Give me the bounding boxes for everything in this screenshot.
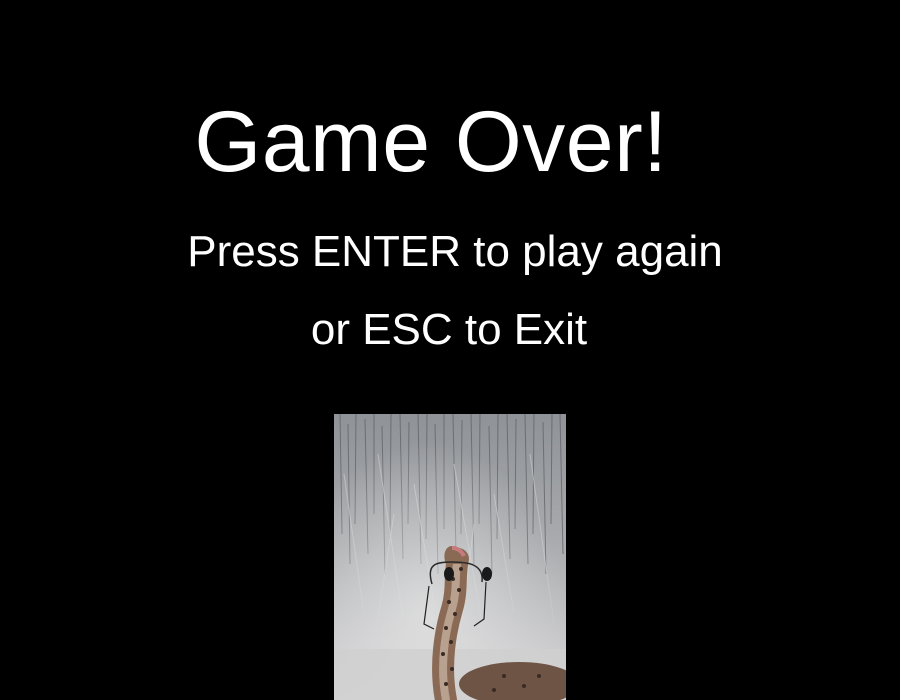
play-again-prompt: Press ENTER to play again — [187, 227, 723, 276]
game-over-screen: Game Over! Press ENTER to play again or … — [0, 0, 900, 700]
exit-prompt: or ESC to Exit — [310, 305, 588, 354]
game-over-title: Game Over! — [194, 94, 668, 190]
snake-photo — [334, 414, 566, 700]
snake-photo-icon — [334, 414, 566, 700]
